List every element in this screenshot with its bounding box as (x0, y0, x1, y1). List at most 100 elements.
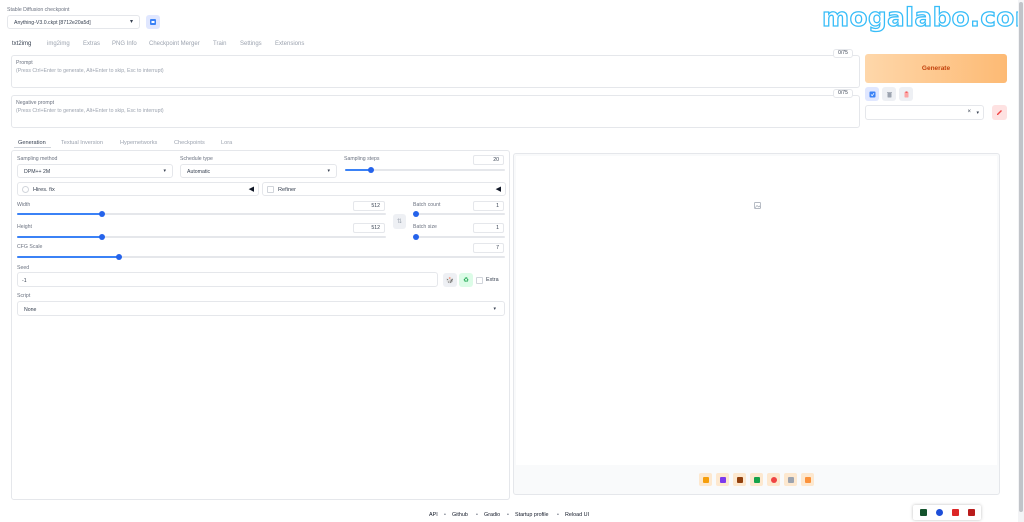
open-folder-button[interactable] (699, 473, 712, 486)
generate-button[interactable]: Generate (865, 54, 1007, 83)
chevron-down-icon: ▾ (129, 19, 133, 25)
footer-link-reload-ui[interactable]: Reload UI (565, 512, 589, 518)
width-label: Width (17, 202, 31, 208)
height-slider-fill (17, 236, 102, 238)
sampling-method-select[interactable]: DPM++ 2M ▾ (17, 164, 173, 178)
refiner-accordion[interactable]: Refiner ◀ (262, 182, 506, 196)
tab-png-info[interactable]: PNG Info (112, 41, 137, 47)
seed-input[interactable]: -1 (17, 272, 438, 287)
scrollbar-thumb[interactable] (1019, 2, 1023, 512)
archive-icon (736, 476, 743, 483)
cfg-scale-label: CFG Scale (17, 244, 43, 250)
refresh-checkpoint-button[interactable] (146, 15, 160, 29)
batch-size-slider-knob[interactable] (413, 234, 419, 240)
negative-prompt-label: Negative prompt (16, 100, 55, 106)
extra-seed-checkbox[interactable] (476, 277, 483, 284)
tab-train[interactable]: Train (213, 41, 226, 47)
dice-icon: 🎲 (446, 277, 454, 284)
subtab-textual-inversion[interactable]: Textual Inversion (61, 140, 103, 146)
sampling-steps-slider-knob[interactable] (367, 167, 374, 173)
chevron-down-icon: ▾ (163, 168, 166, 174)
clear-icon[interactable]: × (967, 109, 971, 115)
tab-txt2img[interactable]: txt2img (12, 41, 31, 47)
image-placeholder-icon (754, 202, 761, 209)
watermark-logo: mogalabo.com (821, 2, 1024, 33)
batch-count-slider[interactable] (413, 211, 505, 217)
pdf-icon[interactable] (952, 509, 959, 516)
footer-link-github[interactable]: Github (452, 512, 468, 518)
chevron-down-icon: ▾ (493, 305, 496, 312)
checkpoint-select[interactable]: Anything-V3.0.ckpt [8712e20a5d] ▾ (7, 15, 140, 29)
tab-img2img[interactable]: img2img (47, 41, 70, 47)
page-scrollbar[interactable] (1018, 0, 1024, 522)
trash-icon (886, 91, 892, 97)
send-to-img2img-button[interactable] (750, 473, 763, 486)
send-to-upscale-button[interactable] (801, 473, 814, 486)
cfg-scale-input[interactable]: 7 (473, 243, 504, 253)
read-params-button[interactable] (865, 87, 879, 101)
refiner-checkbox[interactable] (267, 186, 274, 193)
trash-button[interactable] (882, 87, 896, 101)
styles-dropdown[interactable]: × ▾ (865, 105, 984, 120)
batch-count-slider-knob[interactable] (413, 211, 419, 217)
batch-size-slider[interactable] (413, 234, 505, 240)
tab-extensions[interactable]: Extensions (275, 41, 304, 47)
random-seed-button[interactable]: 🎲 (443, 273, 457, 287)
height-input[interactable]: 512 (353, 223, 385, 233)
clipboard-button[interactable] (899, 87, 913, 101)
batch-size-input[interactable]: 1 (473, 223, 504, 233)
batch-size-label: Batch size (413, 224, 437, 230)
checkpoint-value: Anything-V3.0.ckpt [8712e20a5d] (14, 20, 91, 26)
schedule-type-select[interactable]: Automatic ▾ (180, 164, 337, 178)
batch-count-label: Batch count (413, 202, 441, 208)
height-slider-knob[interactable] (98, 234, 105, 240)
batch-count-input[interactable]: 1 (473, 201, 504, 211)
script-select[interactable]: None ▾ (17, 301, 505, 316)
width-slider-knob[interactable] (98, 211, 105, 217)
height-slider[interactable] (17, 234, 386, 240)
sparkle-icon (804, 476, 811, 483)
clipboard-icon (904, 91, 908, 97)
prompt-textarea[interactable]: Prompt (Press Ctrl+Enter to generate, Al… (11, 55, 860, 88)
swap-dimensions-button[interactable]: ⇅ (393, 214, 406, 229)
footer-link-gradio[interactable]: Gradio (484, 512, 500, 518)
negative-prompt-token-counter: 0/75 (833, 89, 853, 98)
sampling-steps-slider[interactable] (345, 167, 505, 173)
palette-icon (770, 476, 777, 483)
collapse-triangle-icon: ◀ (248, 186, 254, 193)
footer-link-startup-profile[interactable]: Startup profile (515, 512, 549, 518)
zip-button[interactable] (733, 473, 746, 486)
browser-icon[interactable] (936, 509, 943, 516)
active-subtab-underline (14, 147, 51, 148)
subtab-checkpoints[interactable]: Checkpoints (174, 140, 205, 146)
height-label: Height (17, 224, 32, 230)
subtab-hypernetworks[interactable]: Hypernetworks (120, 140, 157, 146)
sampling-method-label: Sampling method (17, 156, 58, 162)
hires-fix-accordion[interactable]: Hires. fix ◀ (17, 182, 259, 196)
negative-prompt-textarea[interactable]: Negative prompt (Press Ctrl+Enter to gen… (11, 95, 860, 128)
cfg-scale-slider[interactable] (17, 254, 505, 260)
send-to-extras-button[interactable] (784, 473, 797, 486)
edit-styles-button[interactable] (992, 105, 1007, 120)
sampling-steps-input[interactable]: 20 (473, 155, 504, 165)
subtab-lora[interactable]: Lora (221, 140, 232, 146)
terminal-icon[interactable] (920, 509, 927, 516)
hires-fix-checkbox[interactable] (22, 186, 29, 193)
width-input[interactable]: 512 (353, 201, 385, 211)
width-slider[interactable] (17, 211, 386, 217)
collapse-triangle-icon: ◀ (495, 186, 501, 193)
reuse-seed-button[interactable]: ♻ (459, 273, 473, 287)
footer-separator: • (507, 512, 509, 518)
save-button[interactable] (716, 473, 729, 486)
app-icon[interactable] (968, 509, 975, 516)
tab-checkpoint-merger[interactable]: Checkpoint Merger (149, 41, 200, 47)
footer-link-api[interactable]: API (429, 512, 438, 518)
prompt-token-counter: 0/75 (833, 49, 853, 58)
subtab-generation[interactable]: Generation (18, 140, 46, 146)
extra-seed-label: Extra (486, 277, 499, 283)
chevron-down-icon: ▾ (976, 110, 979, 116)
tab-extras[interactable]: Extras (83, 41, 100, 47)
send-to-inpaint-button[interactable] (767, 473, 780, 486)
seed-label: Seed (17, 265, 30, 271)
tab-settings[interactable]: Settings (240, 41, 262, 47)
